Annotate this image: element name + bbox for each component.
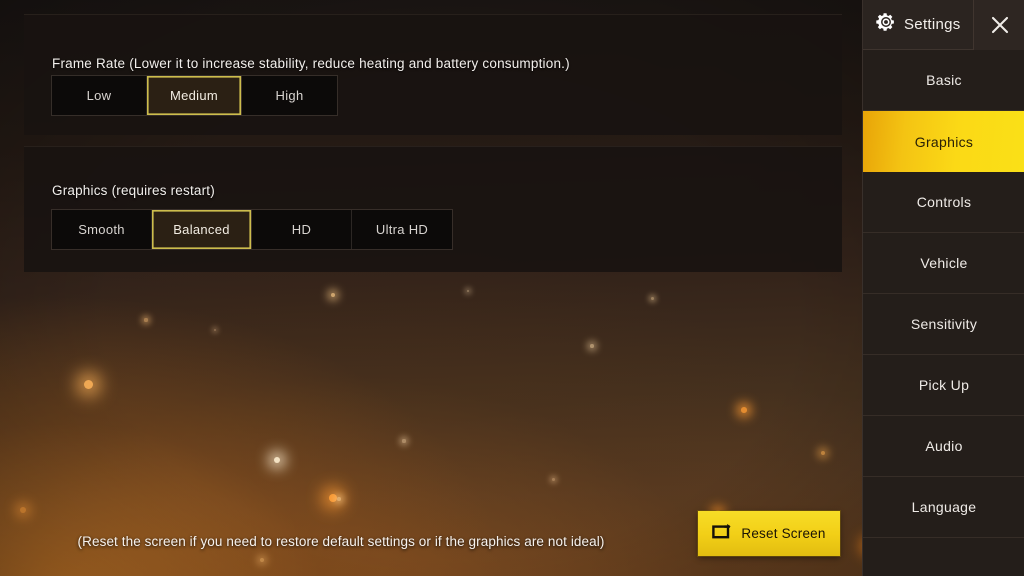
sidebar-item-partial	[863, 538, 1024, 576]
sidebar-item-sensitivity[interactable]: Sensitivity	[863, 294, 1024, 355]
frame-rate-option-high[interactable]: High	[242, 76, 337, 115]
sidebar-item-label: Graphics	[914, 133, 974, 150]
sidebar-item-audio[interactable]: Audio	[863, 416, 1024, 477]
reset-screen-label: Reset Screen	[741, 526, 826, 541]
graphics-option-hd[interactable]: HD	[252, 210, 352, 249]
sidebar-item-list: Basic Graphics Controls Vehicle Sensitivity P…	[863, 50, 1024, 576]
sidebar-item-label: Controls	[916, 194, 972, 210]
sidebar-item-pick-up[interactable]: Pick Up	[863, 355, 1024, 416]
graphics-option-balanced[interactable]: Balanced	[152, 210, 252, 249]
graphics-panel: Graphics (requires restart)	[24, 146, 842, 272]
frame-rate-option-group: Low Medium High	[52, 76, 337, 115]
frame-rate-option-medium[interactable]: Medium	[147, 76, 242, 115]
settings-content: Frame Rate (Lower it to increase stabili…	[0, 0, 862, 576]
graphics-option-smooth[interactable]: Smooth	[52, 210, 152, 249]
sidebar-item-vehicle[interactable]: Vehicle	[863, 233, 1024, 294]
sidebar-item-label: Audio	[925, 438, 963, 454]
frame-rate-label: Frame Rate (Lower it to increase stabili…	[52, 56, 570, 71]
sidebar-item-controls[interactable]: Controls	[863, 172, 1024, 233]
reset-screen-icon	[712, 523, 733, 545]
sidebar-item-label: Basic	[926, 72, 962, 88]
sidebar-title-group: Settings	[863, 11, 973, 38]
sidebar-header: Settings	[863, 0, 1024, 50]
graphics-label: Graphics (requires restart)	[52, 183, 215, 198]
gear-icon	[875, 11, 897, 38]
sidebar-item-label: Sensitivity	[910, 316, 978, 332]
sidebar-item-language[interactable]: Language	[863, 477, 1024, 538]
sidebar-item-basic[interactable]: Basic	[863, 50, 1024, 111]
graphics-option-ultra-hd[interactable]: Ultra HD	[352, 210, 452, 249]
sidebar-item-label: Vehicle	[920, 255, 968, 271]
sidebar-title: Settings	[904, 16, 961, 33]
frame-rate-option-low[interactable]: Low	[52, 76, 147, 115]
sidebar-item-label: Language	[911, 499, 977, 515]
reset-screen-button[interactable]: Reset Screen	[698, 511, 840, 556]
settings-sidebar: Settings Basic Graphics Controls Vehicle Sen…	[862, 0, 1024, 576]
sidebar-item-label: Pick Up	[918, 377, 970, 393]
sidebar-item-graphics[interactable]: Graphics	[863, 111, 1024, 172]
close-icon[interactable]	[973, 0, 1024, 50]
graphics-option-group: Smooth Balanced HD Ultra HD	[52, 210, 452, 249]
frame-rate-panel: Frame Rate (Lower it to increase stabili…	[24, 14, 842, 135]
